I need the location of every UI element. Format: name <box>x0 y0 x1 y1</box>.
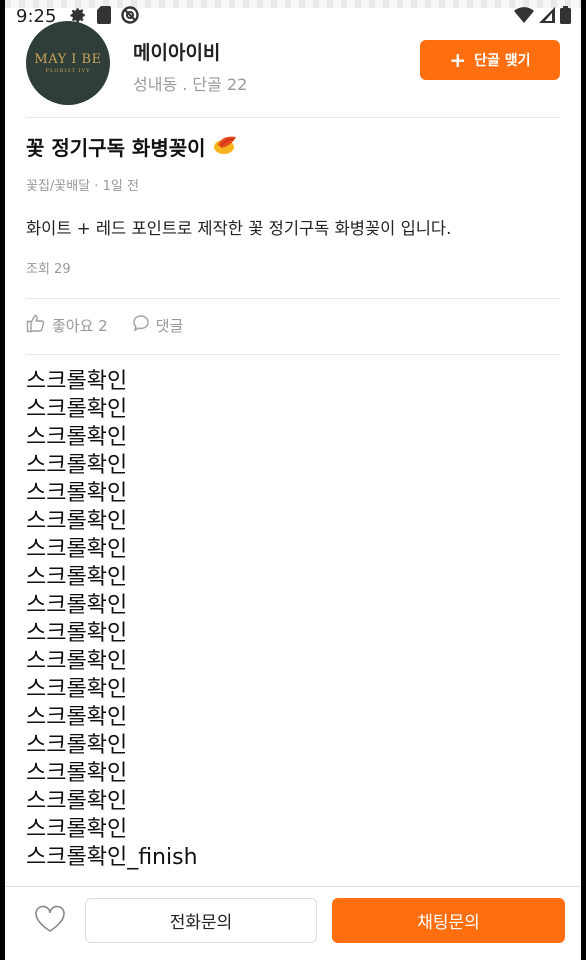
follow-button[interactable]: + 단골 맺기 <box>420 40 560 80</box>
scroll-line: 스크롤확인 <box>26 369 128 394</box>
scroll-line: 스크롤확인 <box>26 537 128 562</box>
shop-avatar[interactable]: MAY I BE FLORIST IVY <box>26 21 110 105</box>
scroll-line: 스크롤확인 <box>26 817 128 842</box>
scroll-line: 스크롤확인 <box>26 761 128 786</box>
screen: 9:25 MAY I BE FLORIST IVY 메이아이비 성내동 . 단골… <box>5 0 581 960</box>
post-title-text: 꽃 정기구독 화병꽂이 <box>26 136 206 160</box>
comment-label: 댓글 <box>155 316 184 335</box>
divider <box>26 298 559 299</box>
post-meta: 꽃집/꽃배달 · 1일 전 <box>26 179 139 194</box>
wifi-icon <box>514 7 534 27</box>
scroll-line: 스크롤확인 <box>26 593 128 618</box>
bottom-action-bar: 전화문의 채팅문의 <box>5 886 581 960</box>
scroll-line: 스크롤확인 <box>26 565 128 590</box>
scroll-line: 스크롤확인 <box>26 481 128 506</box>
status-icons-right <box>514 6 571 28</box>
scroll-line: 스크롤확인 <box>26 705 128 730</box>
thumbs-up-icon <box>26 313 46 337</box>
chat-inquiry-button[interactable]: 채팅문의 <box>332 898 565 943</box>
scroll-line: 스크롤확인 <box>26 621 128 646</box>
post-views: 조회 29 <box>26 262 71 277</box>
comment-button[interactable]: 댓글 <box>132 314 184 336</box>
scroll-line: 스크롤확인 <box>26 677 128 702</box>
plus-icon: + <box>449 48 467 72</box>
do-not-disturb-icon <box>121 6 139 28</box>
shop-name[interactable]: 메이아이비 <box>133 38 220 65</box>
post-body: 화이트 + 레드 포인트로 제작한 꽃 정기구독 화병꽂이 입니다. <box>26 219 452 238</box>
shop-logo-text: MAY I BE <box>34 52 102 67</box>
sim-icon <box>97 6 111 28</box>
scroll-test-lines: 스크롤확인 스크롤확인 스크롤확인 스크롤확인 스크롤확인 스크롤확인 스크롤확인 스크롤확인… <box>26 368 198 872</box>
scroll-line: 스크롤확인 <box>26 509 128 534</box>
scroll-line: 스크롤확인_finish <box>26 845 198 870</box>
post-title: 꽃 정기구독 화병꽂이 <box>26 132 238 161</box>
shop-meta: 성내동 . 단골 22 <box>133 75 248 94</box>
scroll-line: 스크롤확인 <box>26 397 128 422</box>
call-inquiry-button[interactable]: 전화문의 <box>85 898 317 943</box>
like-button[interactable]: 좋아요 2 <box>26 313 108 337</box>
comment-icon <box>132 314 150 336</box>
follow-button-label: 단골 맺기 <box>474 53 531 69</box>
scroll-line: 스크롤확인 <box>26 425 128 450</box>
battery-icon <box>560 6 571 28</box>
scroll-line: 스크롤확인 <box>26 733 128 758</box>
signal-icon <box>539 7 555 27</box>
scroll-line: 스크롤확인 <box>26 789 128 814</box>
flower-emoji-icon <box>212 133 238 160</box>
post-actions: 좋아요 2 댓글 <box>26 313 207 337</box>
like-label: 좋아요 2 <box>52 316 108 335</box>
divider <box>26 354 559 355</box>
shop-logo-sub: FLORIST IVY <box>45 68 91 74</box>
scroll-line: 스크롤확인 <box>26 453 128 478</box>
scroll-line: 스크롤확인 <box>26 649 128 674</box>
heart-icon[interactable] <box>34 905 66 937</box>
divider <box>26 117 559 118</box>
